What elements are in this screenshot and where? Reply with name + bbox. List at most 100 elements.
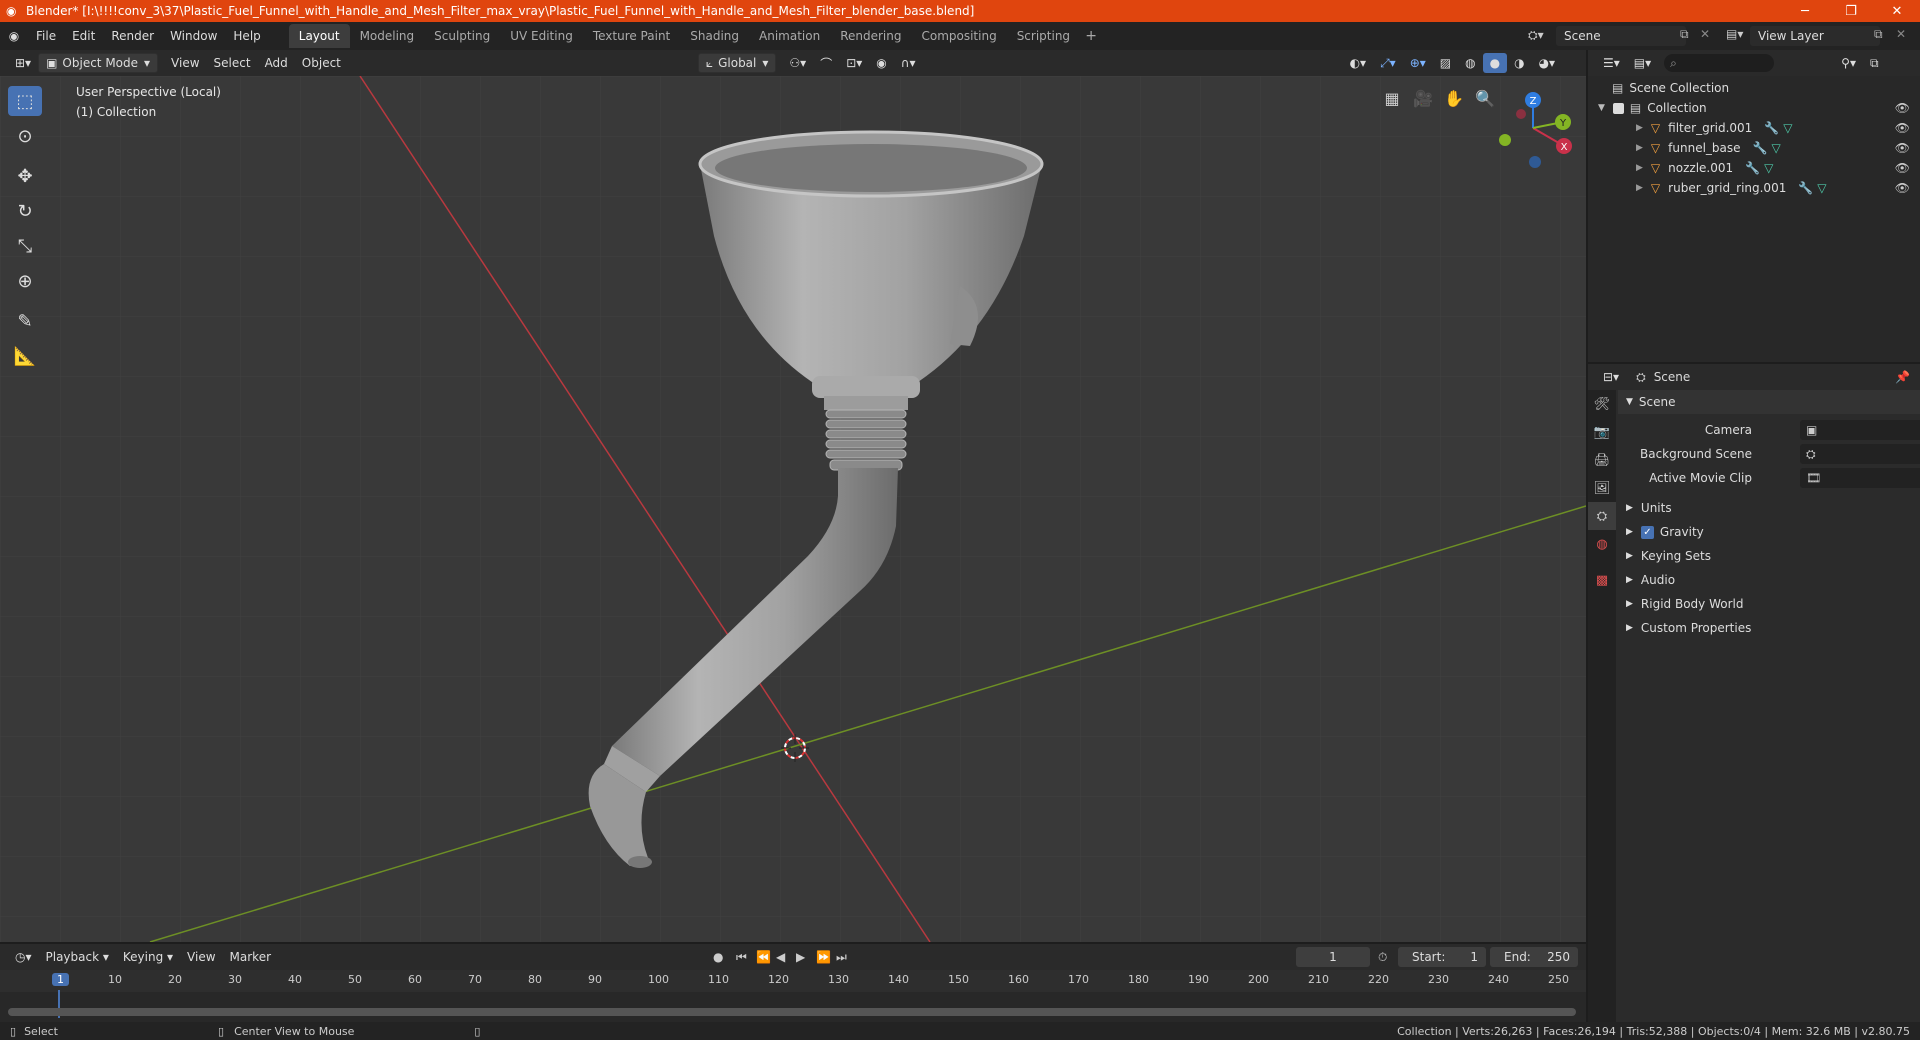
timeline-area[interactable]: 1 10 20 30 40 50 60 70 80 90 100 110 120 130 140 150 160… xyxy=(0,970,1586,1022)
prev-keyframe-icon[interactable]: ⏪ xyxy=(756,950,771,964)
tab-shading[interactable]: Shading xyxy=(680,24,749,48)
tab-texture-paint[interactable]: Texture Paint xyxy=(583,24,680,48)
scale-icon[interactable]: ⤡ xyxy=(8,231,42,261)
modifier-icon[interactable]: 🔧 xyxy=(1745,161,1760,175)
move-icon[interactable]: ✥ xyxy=(8,161,42,191)
mesh-data-icon[interactable]: ▽ xyxy=(1783,121,1792,135)
eye-icon[interactable]: 👁 xyxy=(1895,121,1910,135)
new-viewlayer-icon[interactable]: ⧉ xyxy=(1874,27,1883,42)
tab-compositing[interactable]: Compositing xyxy=(911,24,1006,48)
outliner-scene-collection[interactable]: ▤ Scene Collection xyxy=(1588,78,1920,98)
tab-sculpting[interactable]: Sculpting xyxy=(424,24,500,48)
proportional-edit-icon[interactable]: ◉ xyxy=(869,53,893,73)
properties-editor-icon[interactable]: ⊟▾ xyxy=(1596,367,1626,387)
visibility-icon[interactable]: ◐▾ xyxy=(1343,53,1374,73)
timeline-editor-icon[interactable]: ◷▾ xyxy=(8,947,39,967)
scene-selector[interactable]: Scene xyxy=(1556,26,1686,46)
output-tab-icon[interactable]: 🖨 xyxy=(1588,446,1616,474)
transform-orientation-selector[interactable]: ⟀ Global ▾ xyxy=(697,53,777,73)
material-shading-icon[interactable]: ◑ xyxy=(1507,53,1531,73)
snap-target-icon[interactable]: ⊡▾ xyxy=(839,53,869,73)
scene-type-icon[interactable]: ⛭▾ xyxy=(1528,28,1544,43)
measure-icon[interactable]: 📐 xyxy=(8,341,42,371)
falloff-icon[interactable]: ∩▾ xyxy=(894,53,923,73)
annotate-icon[interactable]: ✎ xyxy=(8,306,42,336)
view-layer-tab-icon[interactable]: 🖼 xyxy=(1588,474,1616,502)
menu-marker[interactable]: Marker xyxy=(223,947,278,967)
custom-properties-subpanel[interactable]: ▶ Custom Properties xyxy=(1618,616,1920,640)
jump-end-icon[interactable]: ⏭ xyxy=(836,950,847,965)
menu-timeline-view[interactable]: View xyxy=(180,947,222,967)
outliner-object[interactable]: ▶ ▽ nozzle.001 🔧 ▽ 👁 xyxy=(1588,158,1920,178)
expand-arrow-icon[interactable]: ▼ xyxy=(1598,103,1605,113)
viewlayer-selector[interactable]: View Layer xyxy=(1750,26,1880,46)
new-scene-icon[interactable]: ⧉ xyxy=(1680,27,1689,42)
blender-menu-icon[interactable]: ◉ xyxy=(0,22,28,50)
outliner-object[interactable]: ▶ ▽ funnel_base 🔧 ▽ 👁 xyxy=(1588,138,1920,158)
pan-hand-icon[interactable]: ✋ xyxy=(1440,84,1468,112)
delete-viewlayer-icon[interactable]: ✕ xyxy=(1896,27,1906,41)
current-frame-field[interactable]: 1 xyxy=(1296,947,1370,967)
preview-range-icon[interactable]: ⏱ xyxy=(1378,950,1387,965)
eye-icon[interactable]: 👁 xyxy=(1895,161,1910,175)
expand-arrow-icon[interactable]: ▶ xyxy=(1636,143,1643,153)
render-tab-icon[interactable]: 📷 xyxy=(1588,418,1616,446)
outliner-collection[interactable]: ▼ ▤ Collection 👁 xyxy=(1588,98,1920,118)
frame-ruler[interactable]: 1 10 20 30 40 50 60 70 80 90 100 110 120 130 140 150 160… xyxy=(0,970,1586,1018)
mesh-data-icon[interactable]: ▽ xyxy=(1764,161,1773,175)
menu-object[interactable]: Object xyxy=(295,53,348,73)
expand-arrow-icon[interactable]: ▶ xyxy=(1636,163,1643,173)
3d-viewport[interactable]: Z X Y ⬚ ⊙ ✥ ↻ ⤡ ⊕ ✎ 📐 User Perspective (… xyxy=(0,76,1586,942)
outliner-object[interactable]: ▶ ▽ filter_grid.001 🔧 ▽ 👁 xyxy=(1588,118,1920,138)
timeline-scrollbar[interactable] xyxy=(8,1008,1576,1016)
mode-selector[interactable]: ▣ Object Mode ▾ xyxy=(38,53,159,73)
start-frame-field[interactable]: Start: 1 xyxy=(1398,947,1486,967)
menu-window[interactable]: Window xyxy=(162,22,225,50)
outliner-object[interactable]: ▶ ▽ ruber_grid_ring.001 🔧 ▽ 👁 xyxy=(1588,178,1920,198)
gizmo-icon[interactable]: ⤢▾ xyxy=(1373,53,1403,73)
camera-field[interactable]: ▣ ✒ xyxy=(1800,420,1920,440)
menu-edit[interactable]: Edit xyxy=(64,22,103,50)
outliner-editor-icon[interactable]: ☰▾ xyxy=(1596,53,1627,73)
delete-scene-icon[interactable]: ✕ xyxy=(1700,27,1710,41)
menu-help[interactable]: Help xyxy=(225,22,268,50)
active-movie-clip-field[interactable]: 🎞 xyxy=(1800,468,1920,488)
rendered-shading-icon[interactable]: ◕▾ xyxy=(1532,53,1563,73)
solid-shading-icon[interactable]: ● xyxy=(1482,53,1508,73)
rotate-icon[interactable]: ↻ xyxy=(8,196,42,226)
units-subpanel[interactable]: ▶ Units xyxy=(1618,496,1920,520)
keying-sets-subpanel[interactable]: ▶ Keying Sets xyxy=(1618,544,1920,568)
outliner-search-input[interactable]: ⌕ xyxy=(1664,54,1775,72)
mesh-data-icon[interactable]: ▽ xyxy=(1771,141,1780,155)
pin-icon[interactable]: 📌 xyxy=(1895,370,1910,384)
tab-animation[interactable]: Animation xyxy=(749,24,830,48)
xray-icon[interactable]: ▨ xyxy=(1433,53,1458,73)
next-keyframe-icon[interactable]: ⏩ xyxy=(816,950,831,964)
gravity-subpanel[interactable]: ▶ ✓ Gravity xyxy=(1618,520,1920,544)
jump-start-icon[interactable]: ⏮ xyxy=(736,950,747,965)
current-frame-marker[interactable]: 1 xyxy=(52,973,69,986)
eye-icon[interactable]: 👁 xyxy=(1895,101,1910,115)
cursor-icon[interactable]: ⊙ xyxy=(8,121,42,151)
modifier-icon[interactable]: 🔧 xyxy=(1753,141,1768,155)
rigid-body-world-subpanel[interactable]: ▶ Rigid Body World xyxy=(1618,592,1920,616)
pivot-point-icon[interactable]: ⚇▾ xyxy=(782,53,813,73)
filter-icon[interactable]: ⚲▾ xyxy=(1834,53,1863,73)
snap-icon[interactable]: ⌒ xyxy=(813,53,839,73)
world-tab-icon[interactable]: ◍ xyxy=(1588,530,1616,558)
modifier-icon[interactable]: 🔧 xyxy=(1798,181,1813,195)
menu-render[interactable]: Render xyxy=(103,22,162,50)
checkbox-icon[interactable] xyxy=(1612,102,1624,114)
menu-playback[interactable]: Playback ▾ xyxy=(39,947,116,967)
wireframe-shading-icon[interactable]: ◍ xyxy=(1458,53,1482,73)
eye-icon[interactable]: 👁 xyxy=(1895,181,1910,195)
tab-modeling[interactable]: Modeling xyxy=(350,24,425,48)
modifier-icon[interactable]: 🔧 xyxy=(1764,121,1779,135)
scene-tab-icon[interactable]: ⛭ xyxy=(1588,502,1616,530)
play-reverse-icon[interactable]: ◀ xyxy=(776,950,785,964)
maximize-icon[interactable]: ❐ xyxy=(1828,0,1874,22)
new-collection-icon[interactable]: ⧉ xyxy=(1863,53,1886,73)
camera-view-icon[interactable]: 🎥 xyxy=(1409,84,1437,112)
menu-view[interactable]: View xyxy=(164,53,206,73)
end-frame-field[interactable]: End: 250 xyxy=(1490,947,1578,967)
